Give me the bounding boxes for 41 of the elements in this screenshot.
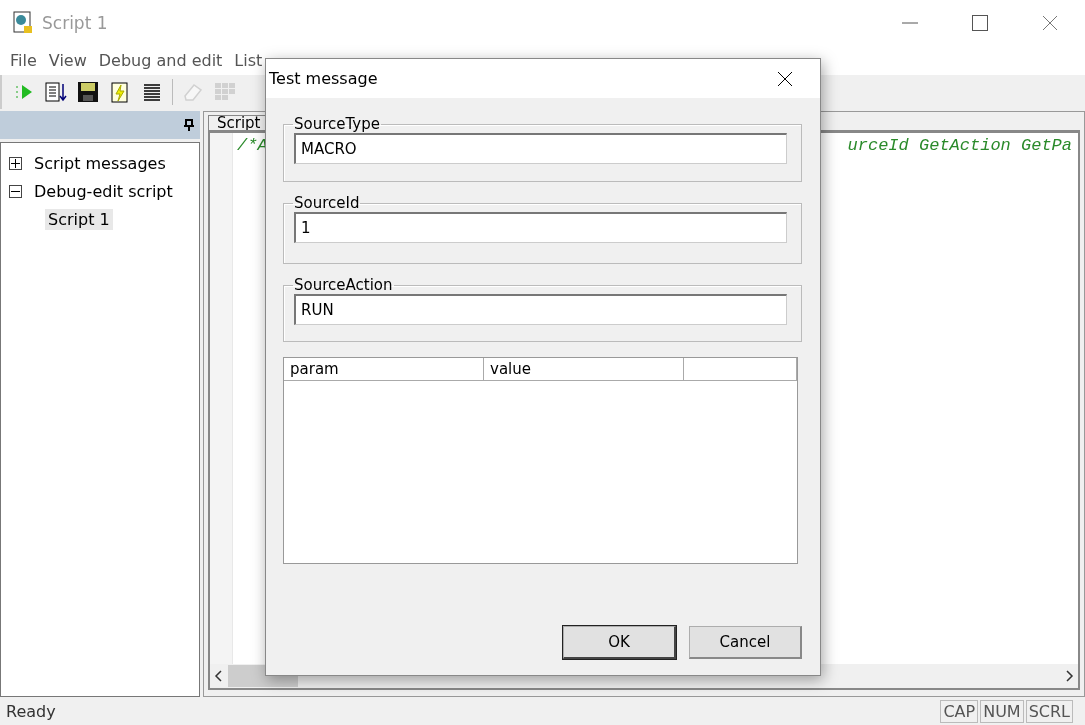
minimize-icon [902,21,918,24]
input-field[interactable]: 1 [294,212,787,243]
tree-item[interactable]: Debug-edit script [31,180,176,202]
status-indicator: SCRL [1025,699,1073,723]
maximize-icon [972,14,988,31]
input-field[interactable]: RUN [294,294,787,325]
menu-item[interactable]: View [42,50,93,70]
status-text: Ready [6,701,57,721]
ok-button[interactable]: OK [563,626,676,659]
status-indicator: NUM [980,699,1024,723]
eraser-icon [182,82,204,102]
close-icon [777,70,793,87]
expand-icon[interactable] [9,156,22,170]
menu-item[interactable]: File [4,50,43,70]
group-label: SourceAction [293,276,394,294]
close-icon [1042,14,1058,31]
scroll-right-icon[interactable] [1066,670,1074,682]
app-icon [12,10,34,35]
cancel-button[interactable]: Cancel [689,626,802,659]
collapse-icon[interactable] [9,184,22,198]
lightning-document-icon [110,81,130,103]
list-down-icon [45,81,67,103]
pin-icon[interactable] [184,119,194,131]
grid-icon [214,82,236,102]
menu-item[interactable]: List [228,50,269,70]
menu-item[interactable]: Debug and edit [92,50,229,70]
window-title: Script 1 [42,12,109,33]
status-indicator: CAP [940,699,979,723]
toolbar-button[interactable] [44,80,68,104]
group-label: SourceType [293,115,381,133]
save-icon [77,81,99,103]
tree-item[interactable]: Script 1 [45,208,113,230]
input-field[interactable]: MACRO [294,133,787,164]
tree-item[interactable]: Script messages [31,152,169,174]
play-icon [14,83,34,101]
scroll-left-icon[interactable] [214,670,222,682]
lines-icon [142,82,162,102]
group-label: SourceId [293,194,361,212]
code-text: urceId GetAction GetPa [847,136,1072,157]
dialog-title: Test message [269,69,378,88]
toolbar-button[interactable] [76,80,100,104]
